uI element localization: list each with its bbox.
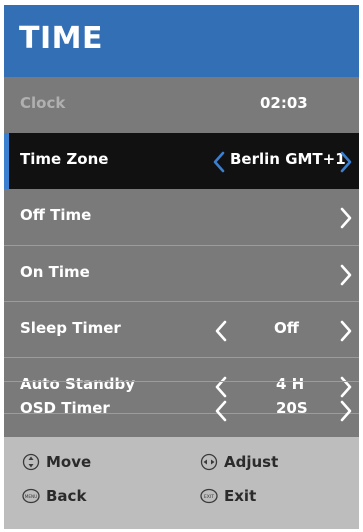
hint-move-label: Move: [46, 453, 92, 471]
clock-value: 02:03: [260, 94, 308, 112]
chevron-right-icon[interactable]: [339, 400, 353, 422]
chevron-right-icon[interactable]: [339, 264, 353, 286]
menu-key-text: MENU: [25, 494, 37, 499]
on-time-label: On Time: [20, 263, 90, 281]
selection-accent-bar: [4, 133, 9, 189]
chevron-left-icon[interactable]: [212, 151, 226, 173]
hint-adjust: Adjust: [200, 453, 278, 471]
sleep-timer-label: Sleep Timer: [20, 319, 121, 337]
chevron-left-icon[interactable]: [214, 320, 228, 342]
menu-row-sleep-timer[interactable]: Sleep Timer Off: [4, 301, 359, 358]
menu-row-osd-timer[interactable]: OSD Timer 20S: [4, 381, 359, 438]
off-time-label: Off Time: [20, 206, 92, 224]
menu-title: TIME: [19, 21, 103, 56]
osd-timer-value: 20S: [276, 399, 308, 417]
adjust-icon: [200, 453, 218, 471]
menu-row-off-time[interactable]: Off Time: [4, 189, 359, 245]
time-menu-panel: TIME Clock 02:03 Time Zone Berlin GMT+1 …: [4, 5, 359, 529]
chevron-left-icon[interactable]: [214, 400, 228, 422]
clock-label: Clock: [20, 94, 66, 112]
hint-exit: EXIT Exit: [200, 487, 256, 505]
hint-move: Move: [22, 453, 91, 471]
hint-back-label: Back: [46, 487, 87, 505]
menu-header: TIME: [4, 5, 359, 77]
hint-exit-label: Exit: [224, 487, 257, 505]
osd-timer-label: OSD Timer: [20, 399, 110, 417]
hint-adjust-label: Adjust: [224, 453, 279, 471]
chevron-right-icon[interactable]: [339, 207, 353, 229]
chevron-right-icon[interactable]: [339, 151, 353, 173]
move-icon: [22, 453, 40, 471]
menu-key-icon: MENU: [22, 488, 40, 504]
chevron-right-icon[interactable]: [339, 320, 353, 342]
exit-key-icon: EXIT: [200, 488, 218, 504]
time-zone-value: Berlin GMT+1: [230, 150, 346, 168]
time-zone-label: Time Zone: [20, 150, 109, 168]
hint-back: MENU Back: [22, 487, 86, 505]
key-hints-footer: Move Adjust MENU Back EXIT Exit: [4, 437, 359, 529]
sleep-timer-value: Off: [274, 319, 299, 337]
exit-key-text: EXIT: [204, 494, 214, 500]
menu-row-clock: Clock 02:03: [4, 77, 359, 133]
menu-row-time-zone[interactable]: Time Zone Berlin GMT+1: [4, 133, 359, 189]
menu-row-on-time[interactable]: On Time: [4, 245, 359, 302]
